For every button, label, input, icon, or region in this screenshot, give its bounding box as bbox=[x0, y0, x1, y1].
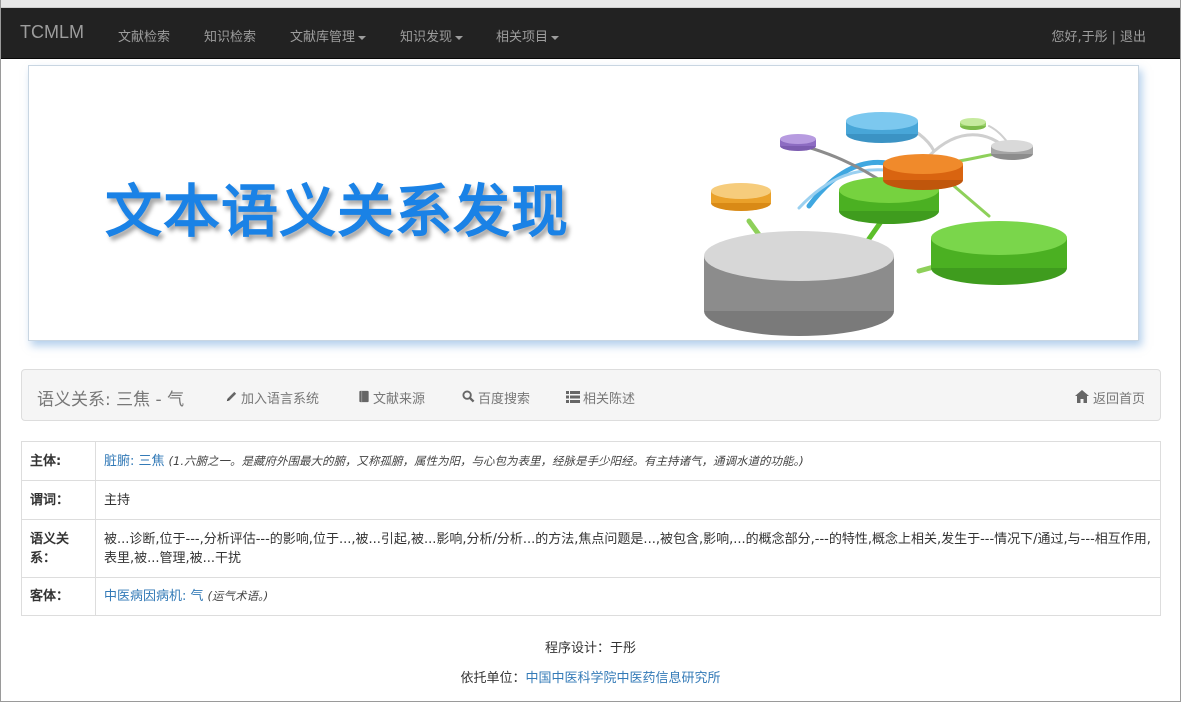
baidu-search-link[interactable]: 百度搜索 bbox=[462, 388, 530, 407]
subject-label: 主体: bbox=[21, 441, 96, 481]
predicate-value: 主持 bbox=[95, 480, 1161, 520]
footer-organization: 依托单位：中国中医科学院中医药信息研究所 bbox=[1, 667, 1180, 686]
predicate-label: 谓词： bbox=[21, 480, 96, 520]
add-to-language-system-link[interactable]: 加入语言系统 bbox=[225, 388, 319, 407]
org-prefix: 依托单位： bbox=[460, 671, 526, 686]
relation-toolbar: 语义关系: 三焦 - 气 加入语言系统 文献来源 百度搜索 相关陈述 返回首页 bbox=[21, 369, 1161, 421]
object-cell: 中医病因病机: 气 (运气术语。) bbox=[95, 577, 1161, 616]
nav-item-knowledge-search[interactable]: 知识检索 bbox=[204, 26, 256, 45]
nav-item-label: 文献库管理 bbox=[290, 30, 356, 45]
book-icon bbox=[358, 390, 370, 407]
subject-cell: 脏腑: 三焦 (1.六腑之一。是藏府外围最大的腑，又称孤腑，属性为阳，与心包为表里… bbox=[95, 441, 1161, 481]
home-icon bbox=[1074, 390, 1093, 407]
action-label: 文献来源 bbox=[373, 392, 426, 407]
relation-label: 语义关系： bbox=[21, 519, 96, 578]
banner-title: 文本语义关系发现 bbox=[105, 179, 569, 245]
relation-title: 语义关系: 三焦 - 气 bbox=[37, 390, 185, 410]
caret-down-icon bbox=[455, 35, 464, 40]
nav-item-literature-search[interactable]: 文献检索 bbox=[118, 26, 170, 45]
nav-item-label: 相关项目 bbox=[496, 30, 549, 45]
home-label: 返回首页 bbox=[1092, 392, 1145, 407]
nav-item-label: 知识检索 bbox=[204, 30, 257, 45]
subject-link[interactable]: 脏腑: 三焦 bbox=[104, 454, 165, 469]
object-note: (运气术语。) bbox=[207, 589, 269, 603]
search-icon bbox=[462, 390, 475, 407]
related-statements-link[interactable]: 相关陈述 bbox=[566, 388, 635, 407]
top-navbar: TCMLM 文献检索 知识检索 文献库管理 知识发现 相关项目 您好,于彤 | 退出 bbox=[1, 8, 1180, 59]
relation-value: 被...诊断,位于---,分析评估---的影响,位于...,被...引起,被..… bbox=[95, 519, 1161, 578]
pencil-icon bbox=[225, 390, 238, 407]
object-label: 客体： bbox=[21, 577, 96, 616]
user-greeting: 您好,于彤 bbox=[1051, 30, 1108, 45]
list-icon bbox=[566, 391, 580, 407]
table-row-subject: 主体: 脏腑: 三焦 (1.六腑之一。是藏府外围最大的腑，又称孤腑，属性为阳，与心… bbox=[21, 441, 1161, 481]
object-link[interactable]: 中医病因病机: 气 bbox=[104, 589, 204, 604]
table-row-object: 客体： 中医病因病机: 气 (运气术语。) bbox=[21, 577, 1161, 616]
org-link[interactable]: 中国中医科学院中医药信息研究所 bbox=[526, 671, 721, 686]
nav-item-library-management[interactable]: 文献库管理 bbox=[290, 26, 367, 45]
caret-down-icon bbox=[358, 35, 367, 40]
designer-prefix: 程序设计： bbox=[544, 641, 610, 656]
banner-image: 文本语义关系发现 bbox=[28, 65, 1139, 341]
literature-source-link[interactable]: 文献来源 bbox=[358, 388, 425, 407]
action-label: 百度搜索 bbox=[478, 392, 531, 407]
nav-item-related-projects[interactable]: 相关项目 bbox=[496, 26, 560, 45]
user-area: 您好,于彤 | 退出 bbox=[1051, 26, 1146, 45]
nav-separator: | bbox=[1111, 30, 1116, 45]
footer-designer: 程序设计：于彤 bbox=[1, 637, 1180, 656]
relation-table: 主体: 脏腑: 三焦 (1.六腑之一。是藏府外围最大的腑，又称孤腑，属性为阳，与心… bbox=[21, 441, 1161, 616]
table-row-relation: 语义关系： 被...诊断,位于---,分析评估---的影响,位于...,被...… bbox=[21, 519, 1161, 578]
table-row-predicate: 谓词： 主持 bbox=[21, 480, 1161, 520]
network-illustration-icon bbox=[704, 112, 1067, 336]
subject-note: (1.六腑之一。是藏府外围最大的腑，又称孤腑，属性为阳，与心包为表里，经脉是手少… bbox=[168, 453, 804, 468]
back-to-home-link[interactable]: 返回首页 bbox=[1074, 388, 1145, 407]
window-top-strip bbox=[1, 0, 1180, 8]
brand-logo[interactable]: TCMLM bbox=[20, 22, 84, 43]
logout-link[interactable]: 退出 bbox=[1120, 30, 1146, 45]
nav-item-knowledge-discovery[interactable]: 知识发现 bbox=[400, 26, 464, 45]
caret-down-icon bbox=[551, 35, 560, 40]
nav-item-label: 文献检索 bbox=[118, 30, 171, 45]
action-label: 相关陈述 bbox=[583, 392, 636, 407]
nav-item-label: 知识发现 bbox=[400, 30, 453, 45]
designer-name: 于彤 bbox=[610, 641, 637, 656]
action-label: 加入语言系统 bbox=[241, 392, 320, 407]
